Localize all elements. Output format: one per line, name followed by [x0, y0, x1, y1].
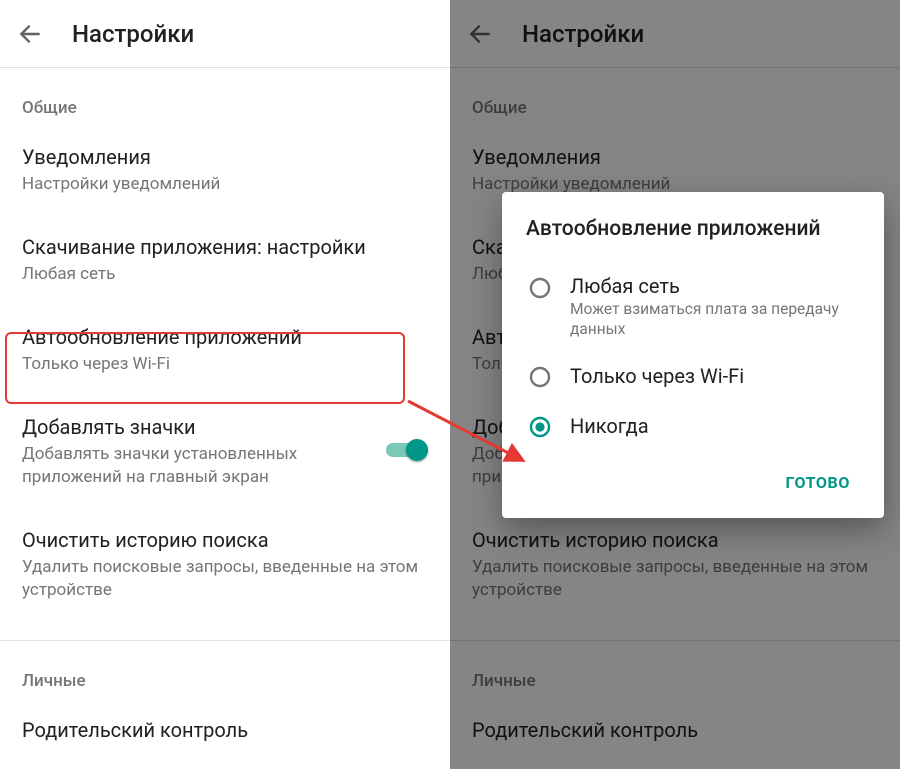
back-icon[interactable] — [16, 20, 44, 48]
option-sublabel: Может взиматься плата за передачу данных — [570, 300, 858, 339]
section-header-general: Общие — [0, 68, 450, 124]
option-label: Только через Wi-Fi — [570, 364, 744, 388]
setting-title: Добавлять значки — [22, 414, 358, 441]
setting-parental-controls[interactable]: Родительский контроль — [0, 697, 450, 762]
auto-update-dialog: Автообновление приложений Любая сеть Мож… — [502, 192, 884, 518]
setting-download-prefs[interactable]: Скачивание приложения: настройки Любая с… — [0, 214, 450, 304]
option-label: Никогда — [570, 414, 649, 438]
radio-unchecked-icon — [528, 276, 552, 300]
option-any-network[interactable]: Любая сеть Может взиматься плата за пере… — [526, 262, 860, 351]
setting-notifications[interactable]: Уведомления Настройки уведомлений — [0, 124, 450, 214]
setting-title: Автообновление приложений — [22, 324, 428, 351]
page-title: Настройки — [72, 20, 194, 48]
setting-subtitle: Настройки уведомлений — [22, 173, 428, 196]
radio-unchecked-icon — [528, 365, 552, 389]
setting-title: Родительский контроль — [22, 717, 428, 744]
setting-subtitle: Удалить поисковые запросы, введенные на … — [22, 556, 428, 602]
setting-add-icons[interactable]: Добавлять значки Добавлять значки устано… — [0, 394, 450, 507]
confirm-button[interactable]: ГОТОВО — [776, 465, 860, 500]
option-never[interactable]: Никогда — [526, 401, 860, 451]
section-header-personal: Личные — [0, 641, 450, 697]
setting-title: Уведомления — [22, 144, 428, 171]
option-wifi-only[interactable]: Только через Wi-Fi — [526, 351, 860, 401]
setting-auto-update-apps[interactable]: Автообновление приложений Только через W… — [0, 304, 450, 394]
radio-checked-icon — [528, 415, 552, 439]
option-label: Любая сеть — [570, 274, 858, 298]
setting-title: Очистить историю поиска — [22, 527, 428, 554]
app-bar: Настройки — [0, 0, 450, 68]
settings-screen-left: Настройки Общие Уведомления Настройки ув… — [0, 0, 450, 769]
dialog-title: Автообновление приложений — [526, 216, 860, 242]
settings-screen-right: Настройки Общие Уведомления Настройки ув… — [450, 0, 900, 769]
setting-clear-search-history[interactable]: Очистить историю поиска Удалить поисковы… — [0, 507, 450, 620]
setting-subtitle: Только через Wi-Fi — [22, 353, 428, 376]
setting-title: Скачивание приложения: настройки — [22, 234, 428, 261]
toggle-switch[interactable] — [386, 439, 426, 461]
setting-subtitle: Добавлять значки установленных приложени… — [22, 443, 358, 489]
setting-subtitle: Любая сеть — [22, 263, 428, 286]
